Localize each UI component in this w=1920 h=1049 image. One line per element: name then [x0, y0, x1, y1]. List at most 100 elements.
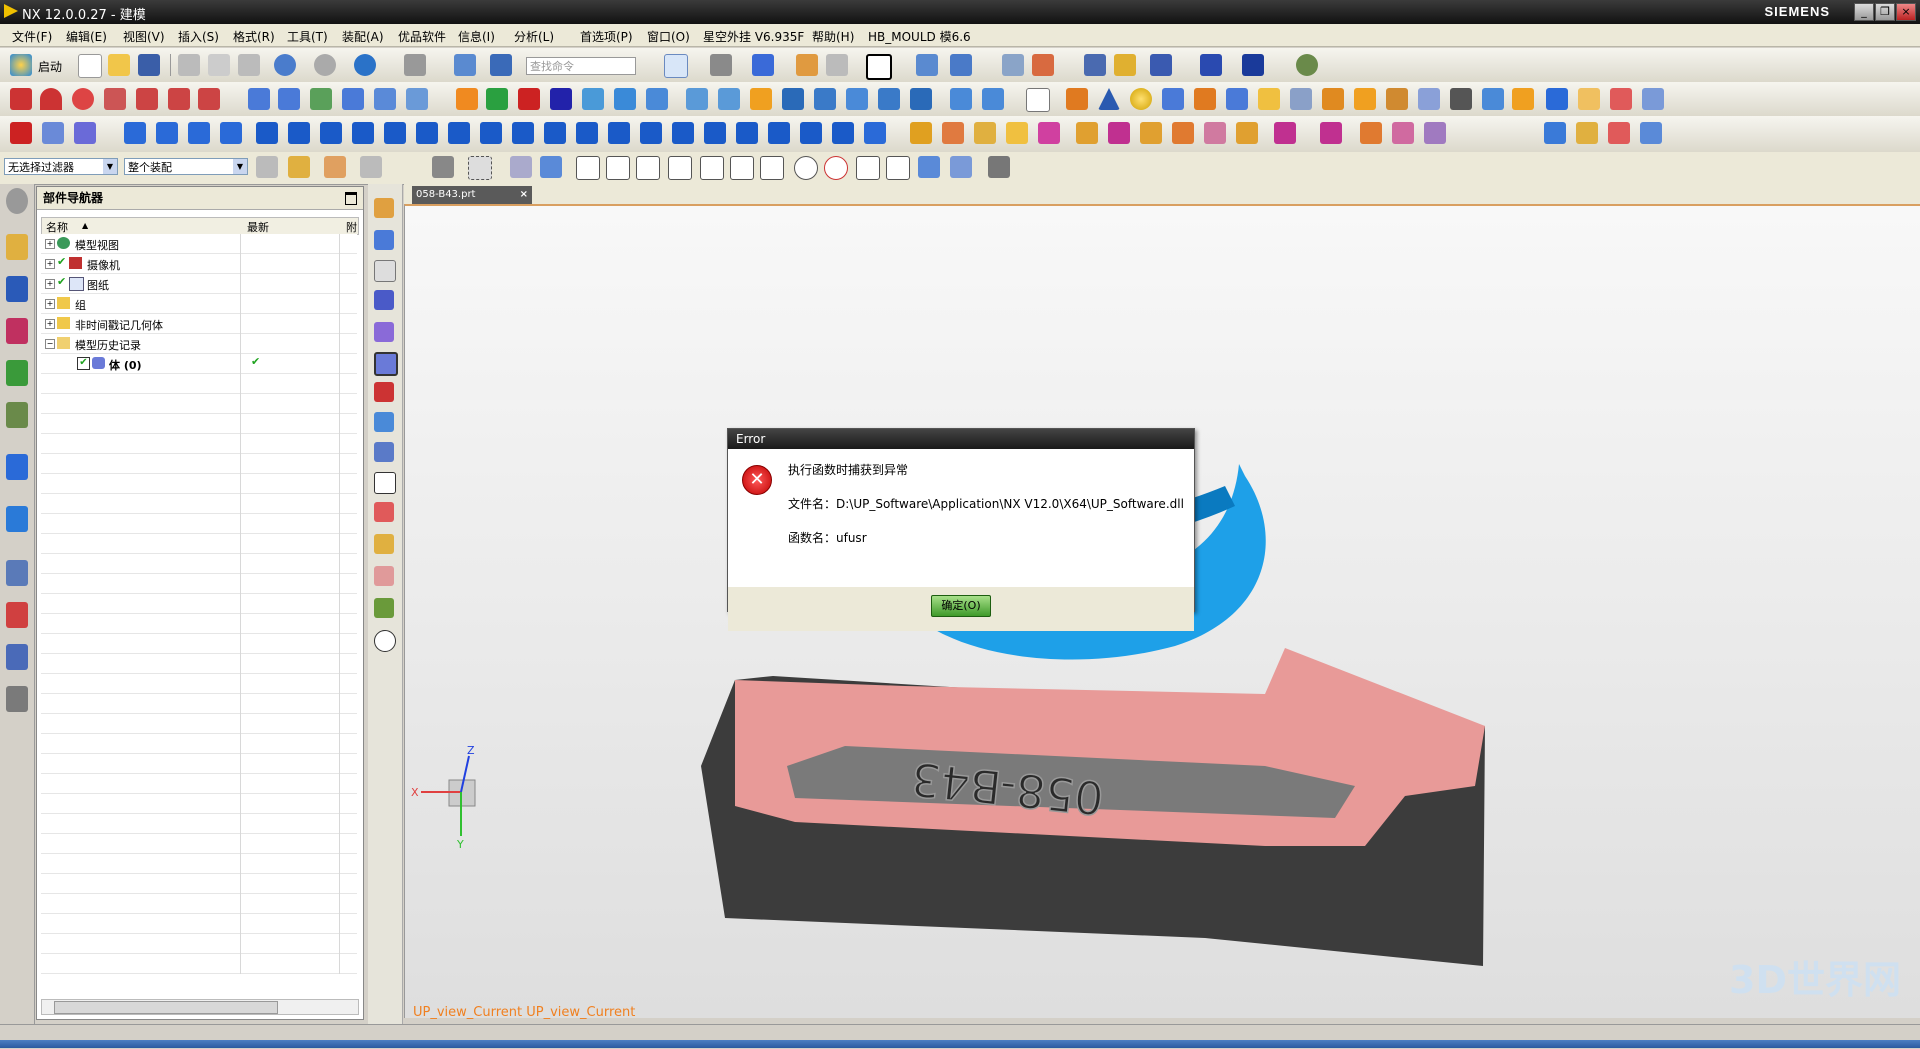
snap-face-icon[interactable]: [918, 156, 940, 178]
info-icon[interactable]: [354, 54, 376, 76]
move-face-icon[interactable]: [1482, 88, 1504, 110]
mould-base-14-icon[interactable]: [1360, 122, 1382, 144]
hb-tool-23-icon[interactable]: [832, 122, 854, 144]
copy-icon[interactable]: [208, 54, 230, 76]
mould-base-13-icon[interactable]: [1320, 122, 1342, 144]
cam-2-icon[interactable]: [1576, 122, 1598, 144]
datum-csys-icon[interactable]: [374, 322, 394, 342]
undo-icon[interactable]: [274, 54, 296, 76]
menu-file[interactable]: 文件(F): [12, 28, 52, 45]
pocket-icon[interactable]: [718, 88, 740, 110]
display-mode-icon[interactable]: [404, 54, 426, 76]
wireframe-box-icon[interactable]: [1450, 88, 1472, 110]
snap-point-icon[interactable]: [324, 156, 346, 178]
hb-tool-18-icon[interactable]: [672, 122, 694, 144]
menu-view[interactable]: 视图(V): [123, 28, 165, 45]
open-folder-icon[interactable]: [108, 54, 130, 76]
circle-tool-icon[interactable]: [374, 630, 396, 652]
maximize-button[interactable]: ❐: [1875, 3, 1895, 21]
hb-settings-icon[interactable]: [864, 122, 886, 144]
reuse-library-icon[interactable]: [6, 360, 28, 386]
hb-tool-19-icon[interactable]: [704, 122, 726, 144]
absolute-csys-icon[interactable]: [374, 198, 394, 218]
hb-tool-3-icon[interactable]: [188, 122, 210, 144]
minimize-button[interactable]: _: [1854, 3, 1874, 21]
cyl-body-icon[interactable]: [1162, 88, 1184, 110]
revolve-icon[interactable]: [614, 88, 636, 110]
save-icon[interactable]: [138, 54, 160, 76]
collapse-icon[interactable]: −: [45, 339, 55, 349]
hole-icon[interactable]: [646, 88, 668, 110]
tree-item-timeless-geometry[interactable]: + 非时间戳记几何体: [41, 314, 357, 334]
snap-existing-icon[interactable]: [886, 156, 910, 180]
new-file-icon[interactable]: [78, 54, 102, 78]
material-icon[interactable]: [1578, 88, 1600, 110]
part-file-tab[interactable]: 058-B43.prt ×: [412, 186, 532, 204]
menu-analysis[interactable]: 分析(L): [514, 28, 554, 45]
start-icon[interactable]: [10, 54, 32, 76]
transform-icon[interactable]: [1114, 54, 1136, 76]
cam-3-icon[interactable]: [1608, 122, 1630, 144]
clock-icon[interactable]: [6, 560, 28, 586]
mould-base-2-icon[interactable]: [942, 122, 964, 144]
command-search-input[interactable]: 查找命令: [526, 57, 636, 75]
paste-icon[interactable]: [238, 54, 260, 76]
name-icon[interactable]: [910, 88, 932, 110]
divide-curve-icon[interactable]: [198, 88, 220, 110]
menu-insert[interactable]: 插入(S): [178, 28, 219, 45]
lasso-select-icon[interactable]: [468, 156, 492, 180]
hb-tool-13-icon[interactable]: [512, 122, 534, 144]
menu-help[interactable]: 帮助(H): [812, 28, 854, 45]
expand-icon[interactable]: +: [45, 239, 55, 249]
fit-view-icon[interactable]: [664, 54, 688, 78]
select-cursor-icon[interactable]: [288, 156, 310, 178]
ruled-icon[interactable]: [342, 88, 364, 110]
unite-icon[interactable]: [1354, 88, 1376, 110]
constraint-navigator-icon[interactable]: [6, 276, 28, 302]
tree-item-body[interactable]: ✔ 体 (0) ✔: [41, 354, 357, 374]
intersect-icon[interactable]: [1418, 88, 1440, 110]
snap-endpoint-icon[interactable]: [576, 156, 600, 180]
mould-base-9-icon[interactable]: [1172, 122, 1194, 144]
menu-youpin[interactable]: 优品软件: [398, 28, 446, 45]
select-face-icon[interactable]: [510, 156, 532, 178]
assembly-navigator-icon[interactable]: [6, 234, 28, 260]
layer-icon[interactable]: [826, 54, 848, 76]
measure-body-icon[interactable]: [1610, 88, 1632, 110]
close-button[interactable]: ×: [1896, 3, 1916, 21]
expand-icon[interactable]: +: [45, 279, 55, 289]
select-body-icon[interactable]: [540, 156, 562, 178]
thicken-icon[interactable]: [1194, 88, 1216, 110]
rect-select-icon[interactable]: [432, 156, 454, 178]
eraser-icon[interactable]: [374, 566, 394, 586]
extract-down-icon[interactable]: [486, 88, 508, 110]
menu-preferences[interactable]: 首选项(P): [580, 28, 633, 45]
mould-base-15-icon[interactable]: [1392, 122, 1414, 144]
settings-gear-icon[interactable]: [6, 188, 28, 214]
sweep-icon[interactable]: [310, 88, 332, 110]
wcs-box-icon[interactable]: [374, 352, 398, 376]
redo-icon[interactable]: [314, 54, 336, 76]
selection-filter-dropdown[interactable]: 无选择过滤器 ▼: [4, 158, 118, 175]
scrollbar-thumb[interactable]: [54, 1001, 278, 1014]
navigator-horizontal-scrollbar[interactable]: [41, 999, 359, 1015]
mould-base-12-icon[interactable]: [1274, 122, 1296, 144]
snap-center-icon[interactable]: [794, 156, 818, 180]
grid-snap-icon[interactable]: [1200, 54, 1222, 76]
hb-tool-2-icon[interactable]: [156, 122, 178, 144]
hb-tool-20-icon[interactable]: [736, 122, 758, 144]
boss-icon[interactable]: [686, 88, 708, 110]
render-style-icon[interactable]: [710, 54, 732, 76]
checkmark-icon[interactable]: ✔: [57, 255, 66, 268]
menu-info[interactable]: 信息(I): [458, 28, 495, 45]
edit-sketch-icon[interactable]: [374, 230, 394, 250]
snap-perp-icon[interactable]: [760, 156, 784, 180]
snap-icon[interactable]: [950, 54, 972, 76]
combine-icon[interactable]: [846, 88, 868, 110]
circle-icon[interactable]: [72, 88, 94, 110]
point-icon[interactable]: [374, 382, 394, 402]
cam-4-icon[interactable]: [1640, 122, 1662, 144]
text-icon[interactable]: [374, 534, 394, 554]
hb-tool-8-icon[interactable]: [352, 122, 374, 144]
gear-feature-icon[interactable]: [878, 88, 900, 110]
